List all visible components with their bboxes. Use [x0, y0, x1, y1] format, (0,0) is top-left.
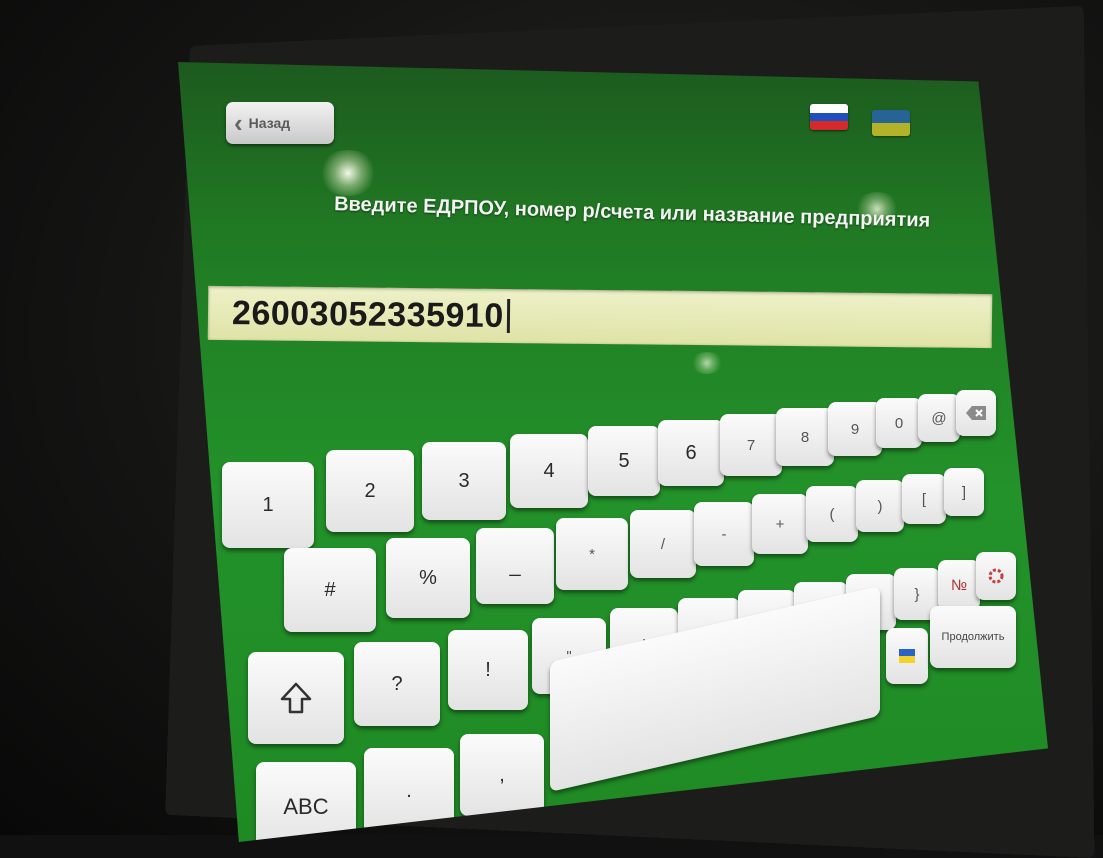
- light-glare: [690, 352, 724, 374]
- key-2[interactable]: 2: [326, 450, 414, 532]
- chevron-left-icon: ‹: [234, 108, 243, 138]
- key-label: 0: [894, 414, 904, 432]
- key-plus[interactable]: +: [752, 494, 808, 554]
- key-exclamation[interactable]: !: [448, 630, 528, 710]
- key-label: }: [914, 585, 920, 603]
- search-input[interactable]: 26003052335910: [207, 285, 993, 349]
- settings-key[interactable]: [976, 552, 1016, 600]
- key-label: 3: [458, 469, 470, 492]
- key-label: #: [324, 578, 336, 601]
- russian-flag-icon[interactable]: [810, 104, 848, 130]
- light-glare: [318, 150, 378, 196]
- key-7[interactable]: 7: [720, 414, 782, 476]
- key-label: [: [921, 490, 927, 508]
- key-percent[interactable]: %: [386, 538, 470, 618]
- key-label: (: [829, 505, 835, 523]
- text-caret: [506, 299, 510, 334]
- key-label: ABC: [283, 794, 329, 819]
- settings-icon: [988, 568, 1004, 584]
- key-label: 2: [364, 479, 376, 502]
- key-0[interactable]: 0: [876, 398, 922, 448]
- search-input-value: 26003052335910: [231, 293, 504, 335]
- key-asterisk[interactable]: *: [556, 518, 628, 590]
- key-label: .: [406, 779, 412, 802]
- key-open-paren[interactable]: (: [806, 486, 858, 542]
- language-key[interactable]: [886, 628, 928, 684]
- ukrainian-flag-icon[interactable]: [872, 110, 910, 136]
- key-label: 9: [850, 420, 860, 438]
- abc-key[interactable]: ABC: [256, 762, 356, 842]
- key-label: 4: [543, 459, 555, 482]
- kiosk-frame: ‹ Назад Введите ЕДРПОУ, номер р/счета ил…: [0, 0, 1103, 858]
- key-close-bracket[interactable]: ]: [944, 468, 984, 516]
- continue-button-label: Продолжить: [941, 631, 1005, 643]
- key-label: 1: [262, 493, 274, 516]
- backspace-icon: [966, 406, 986, 420]
- key-1[interactable]: 1: [222, 462, 314, 548]
- key-underscore[interactable]: _: [476, 528, 554, 604]
- backspace-key[interactable]: [956, 390, 996, 436]
- key-question[interactable]: ?: [354, 642, 440, 726]
- key-6[interactable]: 6: [658, 420, 724, 486]
- key-label: ): [877, 497, 883, 515]
- key-label: @: [931, 409, 947, 427]
- key-label: ?: [391, 672, 403, 695]
- continue-button[interactable]: Продолжить: [930, 606, 1016, 668]
- key-label: -: [721, 525, 727, 543]
- key-label: 6: [685, 441, 697, 464]
- key-open-bracket[interactable]: [: [902, 474, 946, 524]
- key-slash[interactable]: /: [630, 510, 696, 578]
- key-numero[interactable]: №: [938, 560, 980, 610]
- key-minus[interactable]: -: [694, 502, 754, 566]
- key-hash[interactable]: #: [284, 548, 376, 632]
- key-3[interactable]: 3: [422, 442, 506, 520]
- key-comma[interactable]: ,: [460, 734, 544, 816]
- key-4[interactable]: 4: [510, 434, 588, 508]
- key-label: 5: [618, 449, 630, 472]
- key-at[interactable]: @: [918, 394, 960, 442]
- key-5[interactable]: 5: [588, 426, 660, 496]
- shift-key[interactable]: [248, 652, 344, 744]
- key-label: ,: [499, 763, 505, 786]
- ukrainian-flag-icon: [899, 649, 915, 663]
- kiosk-screen: ‹ Назад Введите ЕДРПОУ, номер р/счета ил…: [178, 62, 1048, 842]
- key-label: +: [775, 515, 785, 533]
- key-close-paren[interactable]: ): [856, 480, 904, 532]
- key-label: /: [660, 535, 666, 553]
- back-button-label: Назад: [248, 115, 291, 131]
- back-button[interactable]: ‹ Назад: [226, 102, 334, 144]
- key-label: 8: [800, 428, 810, 446]
- key-label: ]: [961, 483, 967, 501]
- key-label: №: [950, 576, 968, 594]
- key-label: !: [485, 658, 491, 681]
- key-8[interactable]: 8: [776, 408, 834, 466]
- key-label: %: [419, 566, 437, 589]
- key-label: 7: [746, 436, 756, 454]
- key-label: _: [509, 554, 521, 577]
- key-label: *: [589, 545, 595, 563]
- key-9[interactable]: 9: [828, 402, 882, 456]
- shift-icon: [280, 682, 312, 714]
